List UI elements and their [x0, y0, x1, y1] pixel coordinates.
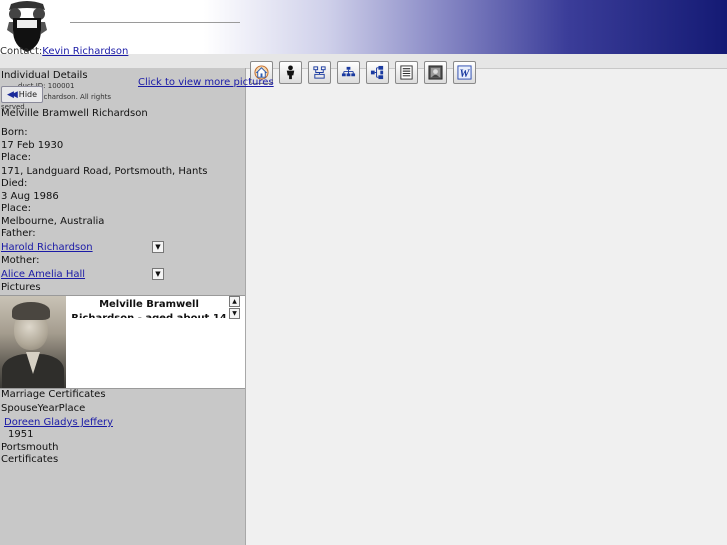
marriage-place: Portsmouth	[1, 442, 59, 453]
report-button[interactable]	[395, 61, 418, 84]
father-link[interactable]: Harold Richardson	[1, 242, 93, 253]
spouse-link[interactable]: Doreen Gladys Jeffery	[4, 417, 113, 428]
born-label: Born:	[1, 127, 28, 138]
father-dropdown-icon[interactable]: ▼	[152, 241, 164, 253]
pictures-heading: Pictures	[1, 282, 41, 293]
list-report-icon	[400, 65, 413, 80]
contact-label: Contact:	[0, 46, 43, 57]
view-more-pictures-link[interactable]: Click to view more pictures	[138, 77, 274, 88]
family-group-icon	[313, 66, 326, 79]
marriage-certificates-heading: Marriage Certificates	[1, 389, 106, 400]
mother-dropdown-icon[interactable]: ▼	[152, 268, 164, 280]
hide-button[interactable]: ◀◀ Hide	[1, 86, 43, 103]
contact-line: Contact:Kevin Richardson	[0, 46, 128, 57]
mother-label: Mother:	[1, 255, 40, 266]
died-place: Melbourne, Australia	[1, 216, 105, 227]
scroll-up-icon[interactable]: ▲	[229, 296, 240, 307]
descendants-button[interactable]	[337, 61, 360, 84]
certificates-label: Certificates	[1, 454, 59, 465]
died-place-label: Place:	[1, 203, 31, 214]
individual-button[interactable]	[279, 61, 302, 84]
picture-caption: Melville Bramwell Richardson - aged abou…	[71, 299, 226, 318]
died-date: 3 Aug 1986	[1, 191, 59, 202]
father-label: Father:	[1, 228, 36, 239]
picture-viewer: Melville Bramwell Richardson - aged abou…	[0, 295, 245, 389]
died-label: Died:	[1, 178, 28, 189]
hide-button-label: Hide	[18, 90, 38, 99]
family-button[interactable]	[308, 61, 331, 84]
descendant-tree-icon	[341, 66, 356, 77]
banner-divider	[70, 22, 240, 23]
born-place-label: Place:	[1, 152, 31, 163]
double-left-arrow-icon: ◀◀	[6, 89, 18, 100]
contact-link[interactable]: Kevin Richardson	[42, 46, 128, 57]
svg-text:W: W	[459, 68, 470, 80]
word-document-icon: W	[457, 65, 472, 80]
photo-button[interactable]	[424, 61, 447, 84]
marriage-year: 1951	[8, 429, 34, 440]
marriage-columns-header: SpouseYearPlace	[1, 403, 86, 414]
person-icon	[286, 65, 295, 80]
person-name: Melville Bramwell Richardson	[1, 108, 148, 119]
ancestors-button[interactable]	[366, 61, 389, 84]
scroll-down-icon[interactable]: ▼	[229, 308, 240, 319]
individual-details-heading: Individual Details	[1, 70, 88, 81]
portrait-photo[interactable]	[0, 296, 66, 388]
born-place: 171, Landguard Road, Portsmouth, Hants	[1, 166, 208, 177]
born-date: 17 Feb 1930	[1, 140, 64, 151]
photo-icon	[428, 65, 443, 80]
ancestor-tree-icon	[370, 65, 384, 80]
word-export-button[interactable]: W	[453, 61, 476, 84]
mother-link[interactable]: Alice Amelia Hall	[1, 269, 85, 280]
